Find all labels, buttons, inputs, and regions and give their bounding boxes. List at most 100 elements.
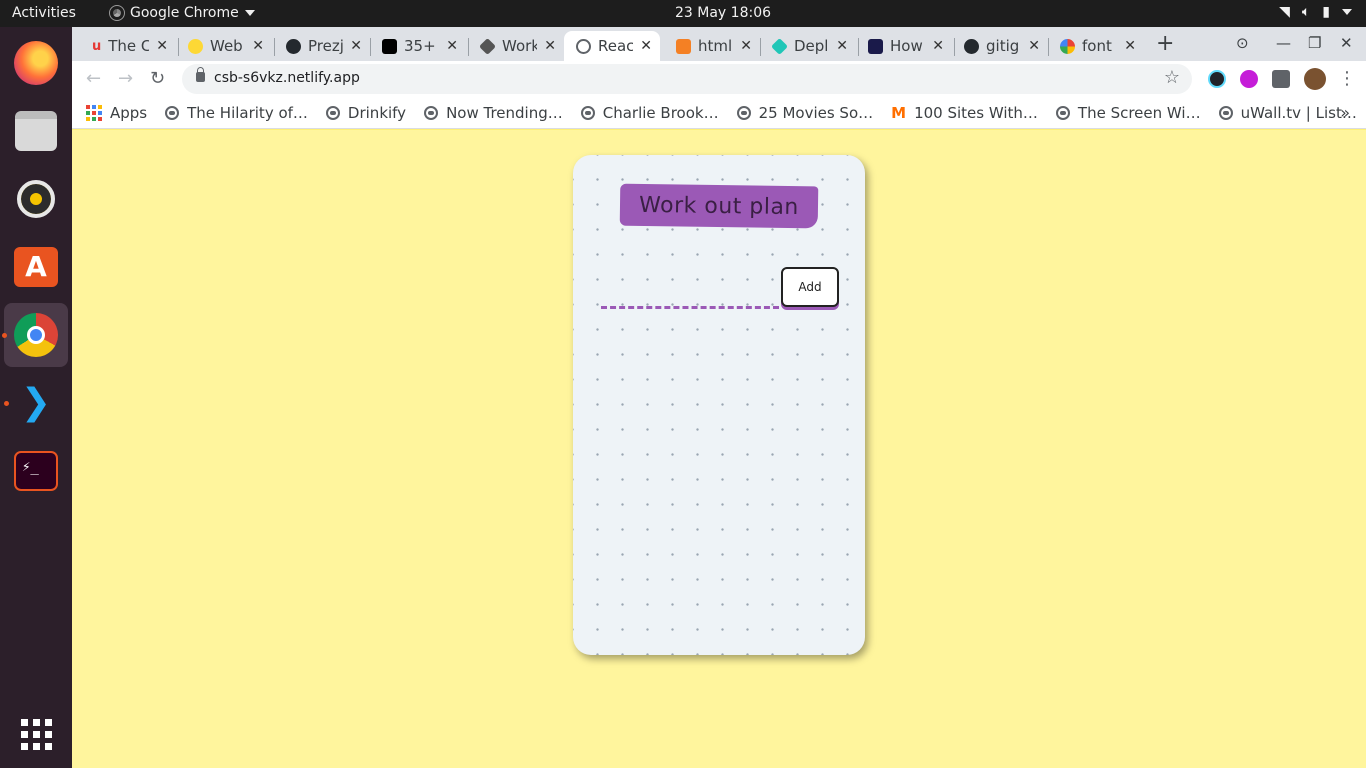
- stackoverflow-icon: [676, 38, 691, 54]
- reload-icon[interactable]: ↻: [150, 68, 165, 89]
- new-tab-button[interactable]: +: [1156, 31, 1174, 56]
- bookmark-item[interactable]: The Screen Wi…: [1055, 104, 1201, 122]
- bookmark-item[interactable]: 25 Movies So…: [736, 104, 873, 122]
- dock-files[interactable]: [4, 99, 68, 163]
- close-icon[interactable]: ✕: [836, 38, 848, 54]
- bookmark-apps[interactable]: Apps: [86, 104, 147, 122]
- codesandbox-icon: [479, 37, 496, 55]
- bookmark-item[interactable]: Charlie Brook…: [580, 104, 719, 122]
- globe-icon: [1055, 105, 1070, 120]
- running-indicator: [2, 333, 7, 338]
- back-icon[interactable]: ←: [86, 68, 101, 89]
- forward-icon[interactable]: →: [118, 68, 133, 89]
- tab-5[interactable]: Work ✕: [468, 31, 564, 61]
- minimize-icon[interactable]: —: [1276, 34, 1291, 52]
- github-icon: [286, 38, 301, 54]
- extension-icon[interactable]: [1240, 70, 1258, 88]
- close-icon[interactable]: ✕: [932, 38, 944, 54]
- rhythmbox-icon: [17, 180, 55, 218]
- dock-chrome[interactable]: [2, 303, 68, 367]
- globe-icon: [576, 38, 591, 54]
- chevron-down-icon: [1342, 9, 1352, 15]
- bookmarks-overflow-icon[interactable]: »: [1340, 103, 1350, 122]
- globe-icon: [736, 105, 751, 120]
- clock[interactable]: 23 May 18:06: [675, 5, 771, 21]
- activities-button[interactable]: Activities: [12, 5, 76, 21]
- close-window-icon[interactable]: ✕: [1340, 34, 1353, 52]
- running-indicator: [4, 401, 9, 406]
- close-icon[interactable]: ✕: [1124, 38, 1136, 54]
- tab-9[interactable]: How ✕: [856, 31, 952, 61]
- browser-toolbar: ← → ↻ csb-s6vkz.netlify.app ☆ ⋮: [72, 61, 1366, 97]
- volume-icon: 🔈︎: [1301, 4, 1311, 20]
- globe-icon: [424, 105, 439, 120]
- globe-icon: [325, 105, 340, 120]
- url-text: csb-s6vkz.netlify.app: [214, 70, 360, 86]
- battery-icon: ▮: [1322, 4, 1330, 20]
- globe-icon: [165, 105, 180, 120]
- globe-icon: [580, 105, 595, 120]
- puzzle-icon[interactable]: [1272, 70, 1290, 88]
- avatar[interactable]: [1304, 68, 1326, 90]
- u-logo-icon: u: [92, 38, 102, 54]
- chrome-icon: [109, 5, 125, 21]
- bookmark-item[interactable]: uWall.tv | List…: [1218, 104, 1357, 122]
- m-logo-icon: M: [891, 103, 907, 122]
- bookmark-item[interactable]: The Hilarity of…: [165, 104, 308, 122]
- tab-8[interactable]: Depl ✕: [760, 31, 856, 61]
- bookmarks-bar: Apps The Hilarity of… Drinkify Now Trend…: [72, 97, 1366, 129]
- bookmark-item[interactable]: Now Trending…: [424, 104, 563, 122]
- bookmark-item[interactable]: M 100 Sites With…: [891, 104, 1038, 122]
- close-icon[interactable]: ✕: [156, 38, 168, 54]
- globe-icon: [1218, 105, 1233, 120]
- tab-7[interactable]: html ✕: [664, 31, 760, 61]
- dock-vscode[interactable]: ❯: [4, 371, 68, 435]
- close-icon[interactable]: ✕: [350, 38, 362, 54]
- tab-strip: uThe C✕ Web✕ Prezj✕ 35+ F✕ Work✕ Reac✕ h…: [72, 27, 1366, 61]
- firefox-icon: [14, 41, 58, 85]
- close-icon[interactable]: ✕: [446, 38, 458, 54]
- bookmark-item[interactable]: Drinkify: [325, 104, 406, 122]
- close-icon[interactable]: ✕: [544, 38, 556, 54]
- app-menu[interactable]: Google Chrome: [109, 5, 255, 21]
- apps-icon: [86, 104, 102, 121]
- close-icon[interactable]: ✕: [1028, 38, 1040, 54]
- dock-rhythmbox[interactable]: [4, 167, 68, 231]
- react-devtools-icon[interactable]: [1208, 70, 1226, 88]
- restore-icon[interactable]: ❐: [1308, 34, 1321, 52]
- software-store-icon: A: [14, 247, 58, 287]
- lock-icon: [196, 67, 205, 82]
- chrome-icon: [14, 313, 58, 357]
- close-icon[interactable]: ✕: [740, 38, 752, 54]
- page-viewport: Work out plan Add: [72, 130, 1366, 768]
- page-title: Work out plan: [638, 192, 800, 220]
- google-icon: [1060, 38, 1075, 54]
- dark-a-icon: [868, 38, 883, 54]
- chevron-down-icon: [244, 10, 255, 16]
- close-icon[interactable]: ✕: [252, 38, 264, 54]
- yellow-doc-icon: [188, 38, 203, 54]
- dock-terminal[interactable]: ⚡_: [4, 439, 68, 503]
- tab-3[interactable]: Prezj ✕: [274, 31, 370, 61]
- tab-10[interactable]: gitig ✕: [952, 31, 1048, 61]
- tab-2[interactable]: Web ✕: [176, 31, 272, 61]
- kebab-menu-icon[interactable]: ⋮: [1338, 68, 1356, 89]
- tab-6-active[interactable]: Reac ✕: [564, 31, 660, 61]
- dock-firefox[interactable]: [4, 31, 68, 95]
- show-applications-button[interactable]: [4, 702, 68, 766]
- add-button[interactable]: Add: [781, 267, 839, 307]
- vscode-icon: ❯: [20, 382, 52, 423]
- tab-11[interactable]: font ✕: [1048, 31, 1144, 61]
- wifi-icon: ◥: [1279, 4, 1290, 20]
- system-tray[interactable]: ◥ 🔈︎ ▮: [1279, 4, 1352, 20]
- tab-1[interactable]: u The C ✕: [80, 31, 176, 61]
- tab-4[interactable]: 35+ F✕: [370, 31, 466, 61]
- github-icon: [964, 38, 979, 54]
- dock-ubuntu-software[interactable]: A: [4, 235, 68, 299]
- address-bar[interactable]: csb-s6vkz.netlify.app ☆: [182, 64, 1192, 94]
- terminal-icon: ⚡_: [14, 451, 58, 491]
- task-input[interactable]: [601, 283, 779, 309]
- tab-search-icon[interactable]: ⊙: [1236, 34, 1249, 52]
- bookmark-star-icon[interactable]: ☆: [1164, 67, 1180, 88]
- close-icon[interactable]: ✕: [640, 38, 652, 54]
